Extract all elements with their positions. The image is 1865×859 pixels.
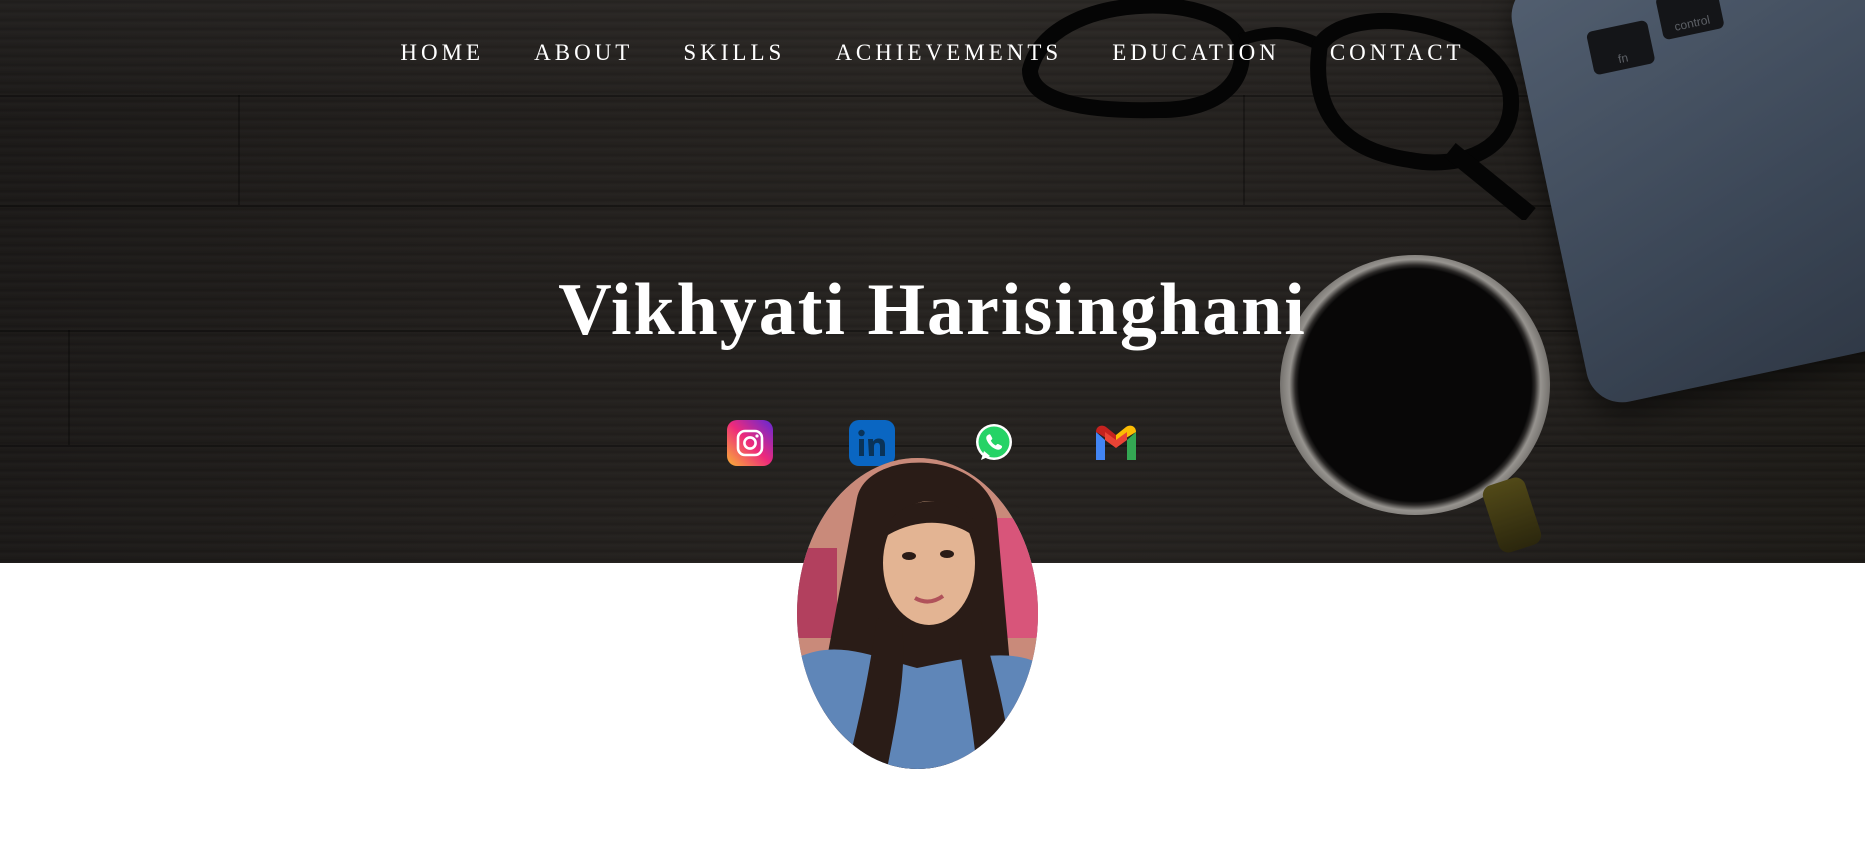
profile-photo	[797, 458, 1038, 769]
nav-skills[interactable]: SKILLS	[683, 40, 785, 66]
nav-education[interactable]: EDUCATION	[1112, 40, 1280, 66]
instagram-glyph	[736, 429, 763, 457]
nav-about[interactable]: ABOUT	[534, 40, 633, 66]
instagram-icon[interactable]	[726, 420, 773, 466]
page-title: Vikhyati Harisinghani	[558, 269, 1307, 351]
whatsapp-icon[interactable]	[971, 420, 1017, 466]
nav-home[interactable]: HOME	[400, 40, 484, 66]
nav-achievements[interactable]: ACHIEVEMENTS	[835, 40, 1062, 66]
profile-photo-art	[797, 458, 1038, 769]
gmail-icon[interactable]	[1093, 420, 1139, 466]
gmail-glyph	[1095, 425, 1136, 460]
nav-contact[interactable]: CONTACT	[1330, 40, 1465, 66]
whatsapp-glyph	[975, 424, 1012, 460]
main-nav: HOME ABOUT SKILLS ACHIEVEMENTS EDUCATION…	[0, 40, 1865, 66]
linkedin-icon[interactable]	[848, 420, 895, 466]
linkedin-glyph	[857, 429, 885, 456]
